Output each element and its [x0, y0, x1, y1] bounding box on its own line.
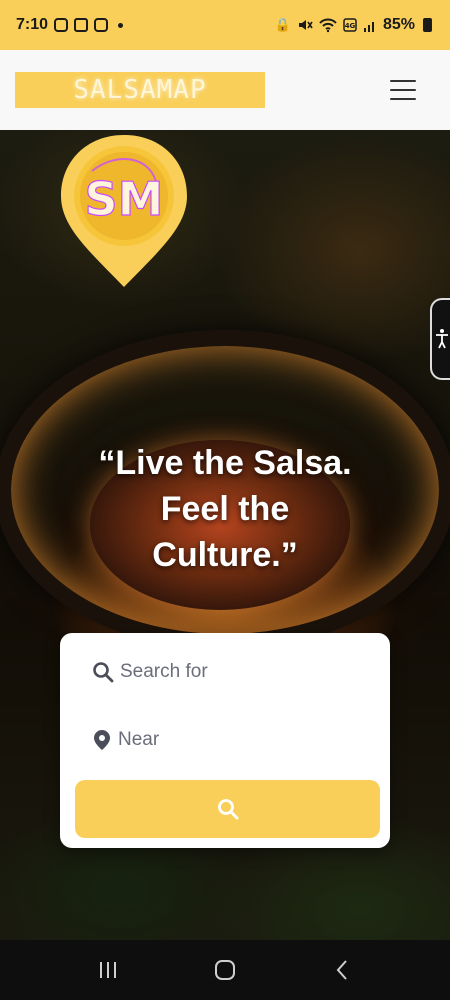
- svg-text:4G: 4G: [345, 22, 356, 30]
- wifi-icon: [319, 18, 337, 33]
- site-logo[interactable]: SALSAMAP: [15, 72, 265, 108]
- instagram-icon: [54, 18, 69, 32]
- search-field: [76, 647, 374, 697]
- map-pin-icon: [94, 730, 110, 750]
- status-left: 7:10: [16, 16, 124, 34]
- battery-percent: 85%: [382, 16, 415, 33]
- lock-icon: 🔒: [274, 17, 291, 32]
- status-bar: 7:10 🔒 4G 85%: [0, 0, 450, 50]
- accessibility-icon: [436, 329, 448, 349]
- search-icon: [93, 662, 114, 683]
- lte-icon: 4G: [343, 18, 357, 32]
- accessibility-button[interactable]: [430, 298, 450, 380]
- tagline-line-1: “Live the Salsa.: [98, 444, 352, 482]
- status-right: 🔒 4G 85%: [275, 16, 432, 34]
- mute-icon: [298, 20, 313, 30]
- system-nav-bar: [0, 940, 450, 1000]
- hero-tagline: “Live the Salsa. Feel the Culture.”: [60, 440, 390, 578]
- tagline-line-3: Culture.”: [152, 536, 298, 574]
- near-input[interactable]: [118, 729, 358, 751]
- dot-icon: [118, 22, 124, 28]
- instagram-icon: [94, 18, 109, 32]
- map-pin-logo: SM: [57, 131, 191, 291]
- pin-monogram: SM: [85, 172, 164, 226]
- tagline-line-2: Feel the: [160, 490, 290, 528]
- site-header: SALSAMAP: [0, 50, 450, 130]
- search-icon: [217, 799, 238, 820]
- home-icon[interactable]: [205, 950, 245, 990]
- battery-icon: [423, 18, 432, 32]
- logo-text: SALSAMAP: [73, 75, 207, 105]
- gallery-icon: [74, 18, 89, 32]
- signal-icon: [363, 22, 374, 32]
- near-field: [76, 715, 374, 765]
- search-card: [60, 633, 390, 848]
- status-time: 7:10: [16, 16, 49, 33]
- back-icon[interactable]: [322, 950, 362, 990]
- search-input[interactable]: [120, 661, 360, 683]
- search-button[interactable]: [75, 780, 380, 838]
- recent-apps-icon[interactable]: [88, 950, 128, 990]
- hamburger-menu-icon[interactable]: [390, 80, 416, 100]
